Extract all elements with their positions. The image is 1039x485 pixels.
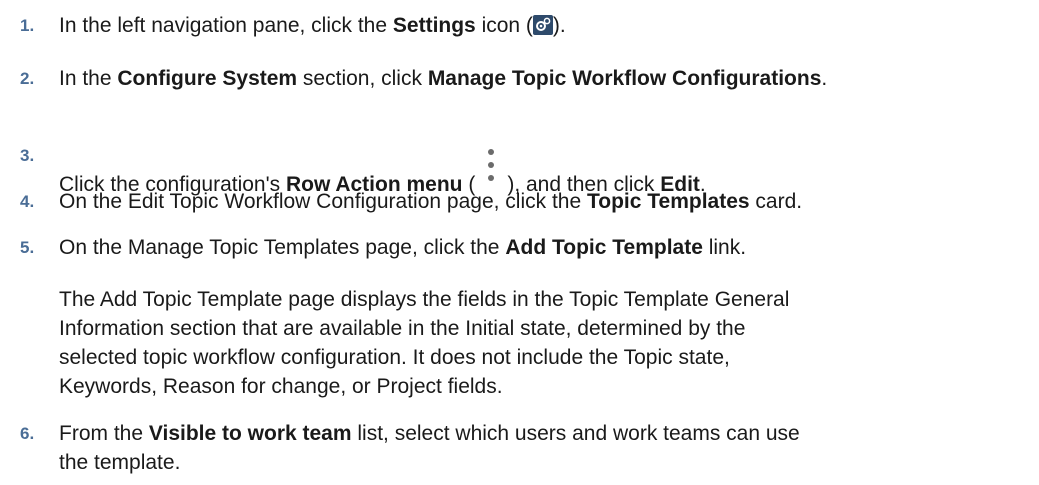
step-text-part: In the	[59, 67, 118, 90]
ui-term-manage-topic-workflow-configurations: Manage Topic Workflow Configurations	[427, 67, 822, 90]
ui-term-topic-templates: Topic Templates	[587, 190, 750, 213]
step-text-part: ).	[552, 14, 566, 37]
ui-term-settings: Settings	[392, 14, 476, 37]
step-text: On the Manage Topic Templates page, clic…	[59, 233, 1031, 262]
ui-term-visible-to-work-team: Visible to work team	[148, 422, 352, 445]
step-text-part: On the Manage Topic Templates page, clic…	[59, 236, 506, 259]
step-text-part: card.	[749, 190, 803, 213]
step-number: 3.	[20, 146, 35, 165]
note-line: The Add Topic Template page displays the…	[59, 288, 790, 311]
step-number: 2.	[20, 69, 35, 88]
step-text-part: list, select which users and work teams …	[351, 422, 800, 445]
step-text-part: On the Edit Topic Workflow Configuration…	[59, 190, 587, 213]
step-text-part: From the	[59, 422, 149, 445]
step-text: In the left navigation pane, click the S…	[59, 11, 1031, 40]
note-line: Information section that are available i…	[59, 317, 746, 340]
step-number: 4.	[20, 192, 35, 211]
ui-term-add-topic-template: Add Topic Template	[505, 236, 703, 259]
step-text-part: section, click	[297, 67, 428, 90]
note-line: Keywords, Reason for change, or Project …	[59, 375, 503, 398]
step-number: 1.	[20, 16, 35, 35]
step-text-part: icon (	[475, 14, 533, 37]
step-text: From the Visible to work team list, sele…	[59, 419, 1031, 448]
step-text-part: .	[821, 67, 828, 90]
step-5-note: The Add Topic Template page displays the…	[59, 285, 1019, 401]
step-text: On the Edit Topic Workflow Configuration…	[59, 187, 1031, 216]
step-text: the template.	[59, 451, 181, 474]
step-text-part: In the left navigation pane, click the	[59, 14, 393, 37]
ui-term-configure-system: Configure System	[117, 67, 298, 90]
note-line: selected topic workflow configuration. I…	[59, 346, 730, 369]
step-number: 6.	[20, 424, 35, 443]
step-number: 5.	[20, 238, 35, 257]
settings-gear-icon	[532, 15, 553, 35]
step-text-part: link.	[702, 236, 747, 259]
step-text: In the Configure System section, click M…	[59, 64, 1031, 93]
